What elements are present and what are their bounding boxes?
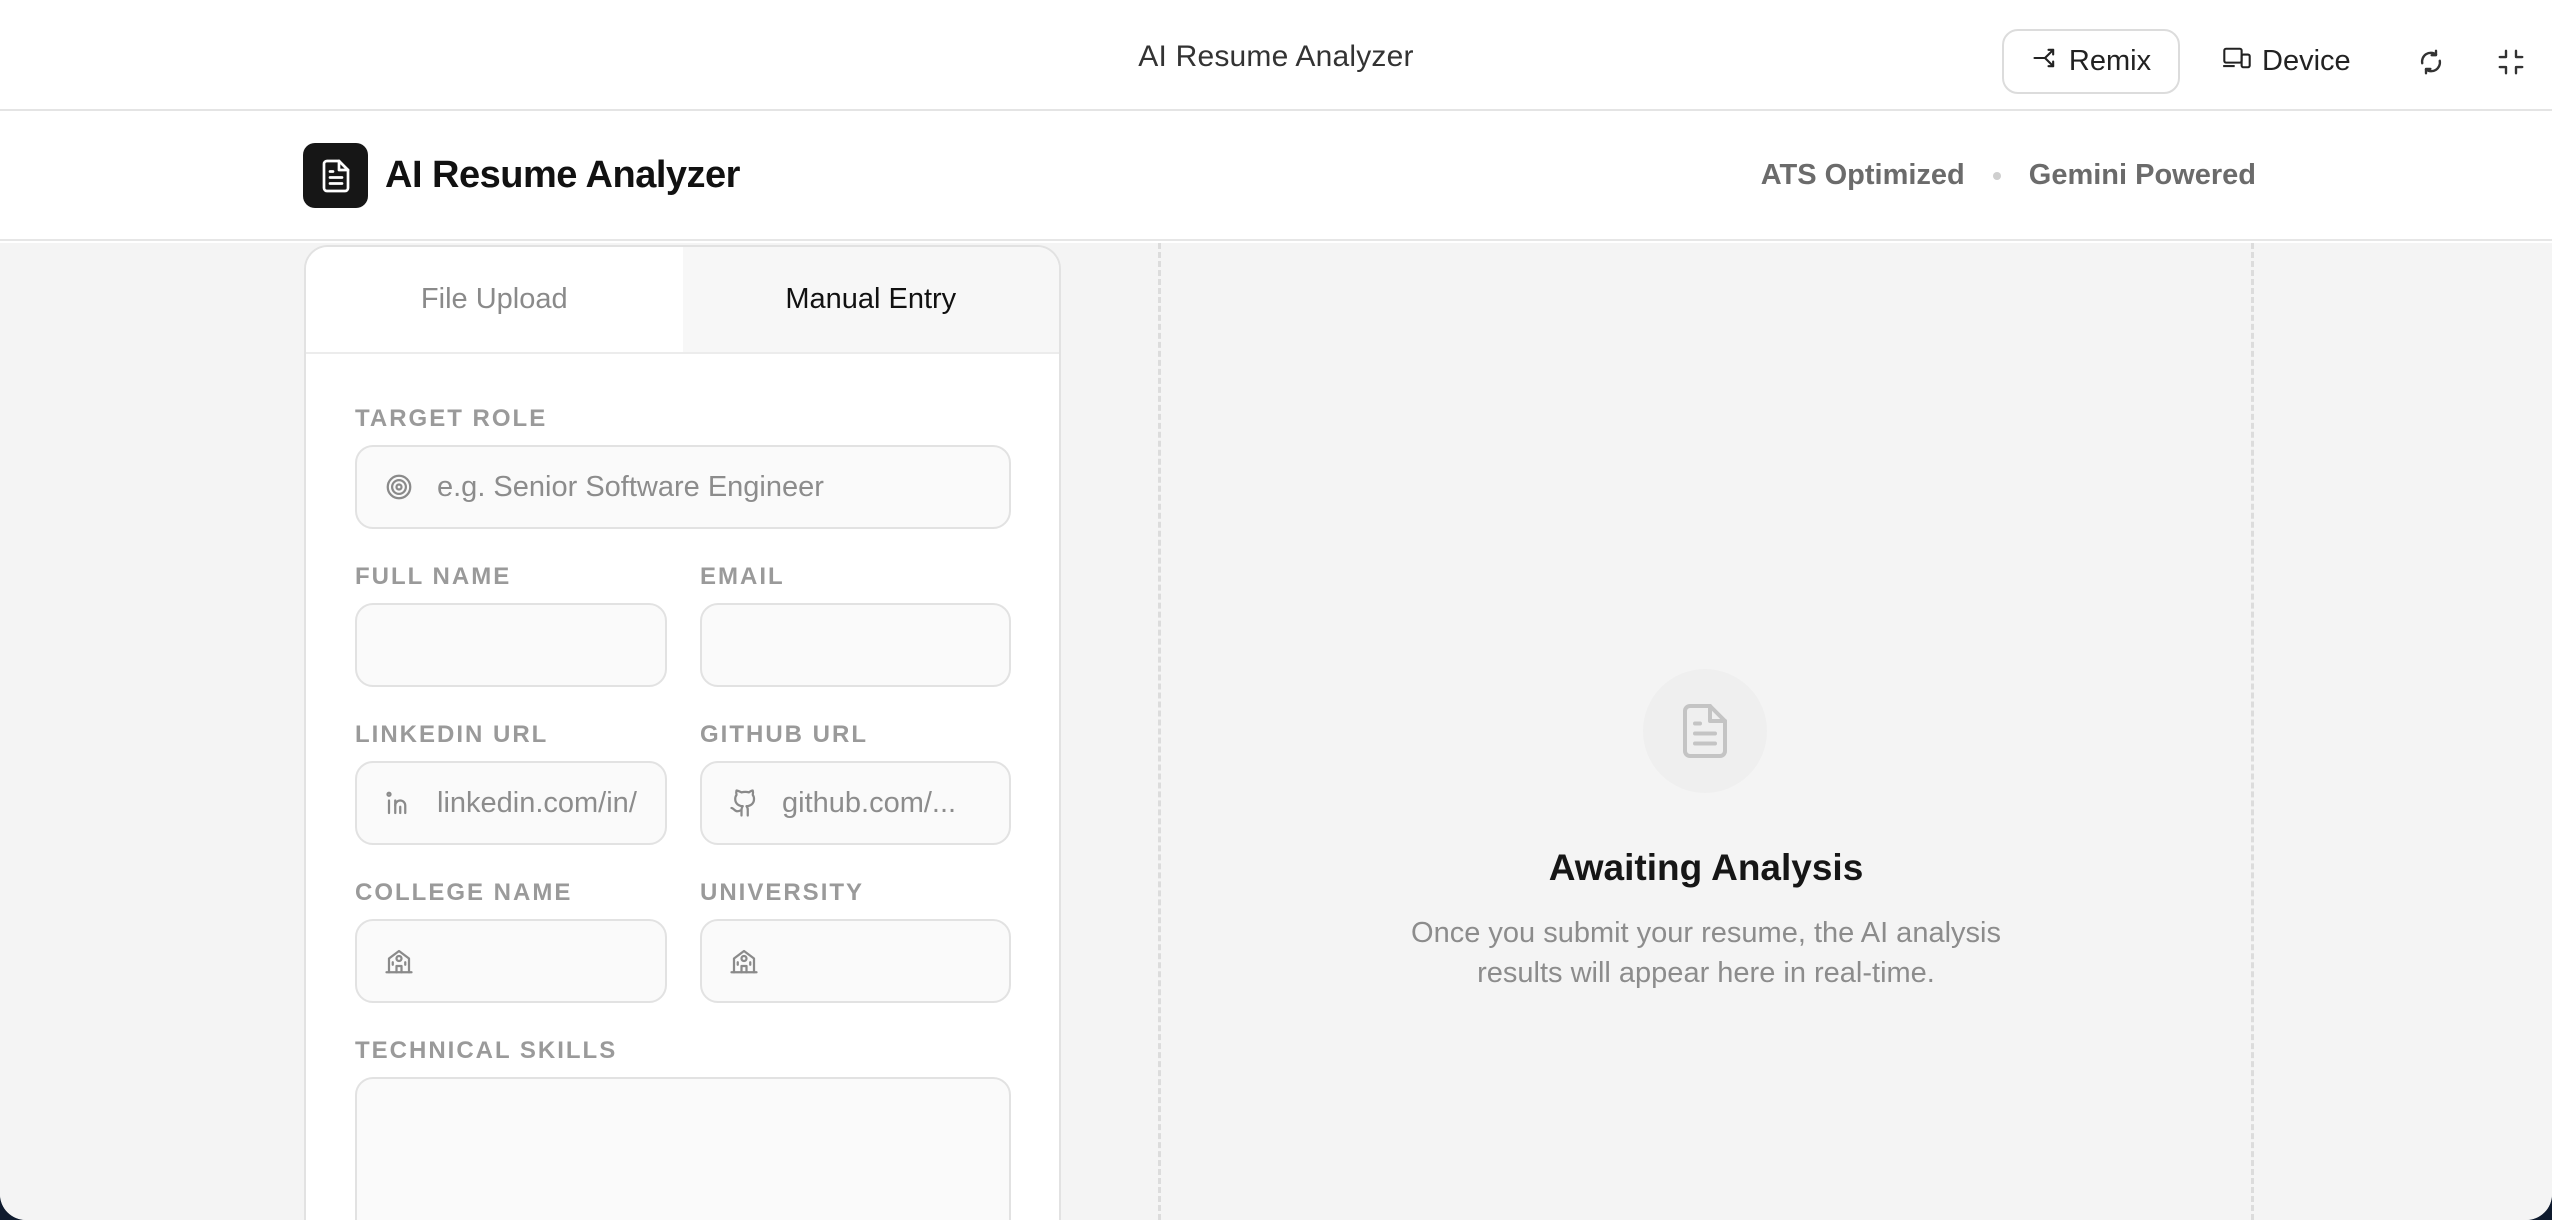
- full-name-input[interactable]: [355, 603, 667, 687]
- linkedin-placeholder: linkedin.com/in/: [437, 786, 637, 819]
- badge-separator: [1992, 171, 2001, 180]
- linkedin-label: LINKEDIN URL: [355, 721, 549, 748]
- document-icon: [322, 159, 349, 192]
- fullscreen-button[interactable]: [2491, 42, 2531, 82]
- collapse-icon: [2498, 49, 2524, 75]
- document-icon: [1683, 704, 1727, 758]
- linkedin-icon: [379, 788, 419, 818]
- app-window: AI Resume Analyzer Remix Device AI Resum…: [0, 0, 2552, 1220]
- app-header: AI Resume Analyzer ATS Optimized Gemini …: [0, 111, 2552, 241]
- email-label: EMAIL: [700, 563, 785, 590]
- github-label: GITHUB URL: [700, 721, 868, 748]
- awaiting-badge: [1643, 669, 1767, 793]
- main-content: File Upload Manual Entry TARGET ROLE e.g…: [0, 243, 2552, 1220]
- awaiting-title: Awaiting Analysis: [1548, 847, 1864, 888]
- github-placeholder: github.com/...: [782, 786, 957, 819]
- badge-gemini: Gemini Powered: [2028, 159, 2256, 191]
- awaiting-subtitle-line2: results will appear here in real-time.: [1477, 957, 1935, 989]
- github-input[interactable]: github.com/...: [700, 761, 1011, 845]
- github-icon: [724, 788, 764, 818]
- app-title: AI Resume Analyzer: [385, 154, 740, 196]
- resume-form-card: File Upload Manual Entry TARGET ROLE e.g…: [304, 245, 1061, 1220]
- college-label: COLLEGE NAME: [355, 879, 573, 906]
- target-icon: [379, 472, 419, 502]
- header-badges: ATS Optimized Gemini Powered: [1761, 159, 2256, 192]
- skills-textarea[interactable]: [355, 1077, 1011, 1220]
- device-icon: [2222, 44, 2252, 80]
- school-icon: [379, 946, 419, 976]
- linkedin-input[interactable]: linkedin.com/in/: [355, 761, 667, 845]
- preview-toolbar: AI Resume Analyzer Remix Device: [0, 0, 2552, 111]
- refresh-icon: [2420, 49, 2442, 75]
- remix-icon: [2031, 44, 2059, 80]
- school-icon: [724, 946, 764, 976]
- refresh-button[interactable]: [2411, 42, 2451, 82]
- input-mode-tabs: File Upload Manual Entry: [306, 247, 1059, 354]
- tab-file-upload[interactable]: File Upload: [306, 247, 683, 352]
- full-name-label: FULL NAME: [355, 563, 512, 590]
- app-logo: [303, 143, 368, 208]
- skills-label: TECHNICAL SKILLS: [355, 1037, 618, 1064]
- device-button[interactable]: Device: [2222, 29, 2372, 94]
- device-label: Device: [2262, 45, 2351, 77]
- university-input[interactable]: [700, 919, 1011, 1003]
- tab-manual-entry[interactable]: Manual Entry: [682, 247, 1059, 352]
- university-label: UNIVERSITY: [700, 879, 865, 906]
- remix-label: Remix: [2068, 45, 2152, 77]
- college-input[interactable]: [355, 919, 667, 1003]
- target-role-label: TARGET ROLE: [355, 405, 548, 432]
- awaiting-subtitle: Once you submit your resume, the AI anal…: [1358, 913, 2054, 993]
- awaiting-subtitle-line1: Once you submit your resume, the AI anal…: [1411, 917, 2001, 949]
- target-role-placeholder: e.g. Senior Software Engineer: [437, 470, 824, 503]
- target-role-input[interactable]: e.g. Senior Software Engineer: [355, 445, 1011, 529]
- badge-ats: ATS Optimized: [1760, 159, 1965, 191]
- email-input[interactable]: [700, 603, 1011, 687]
- remix-button[interactable]: Remix: [2002, 29, 2180, 94]
